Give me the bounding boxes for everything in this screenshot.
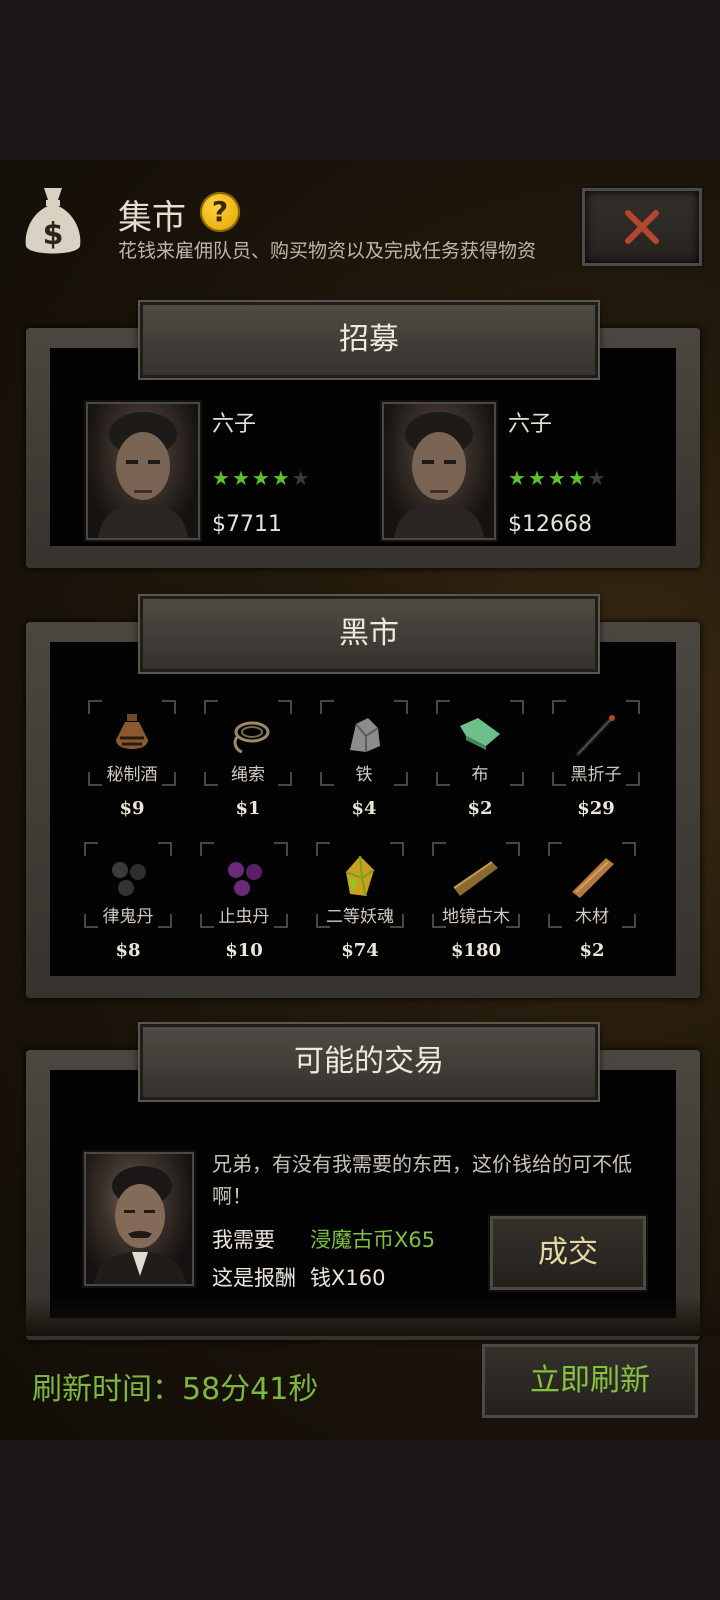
cloth-icon: [460, 718, 500, 750]
item-name: 铁: [355, 765, 373, 785]
bottom-area: [0, 1440, 720, 1600]
item-price: $74: [341, 940, 379, 961]
item-name: 木材: [575, 907, 609, 927]
market-item[interactable]: 止虫丹 $10: [196, 842, 292, 972]
soul-crystal-icon: [345, 855, 375, 897]
help-icon[interactable]: ?: [200, 192, 240, 232]
recruit-price: $12668: [508, 512, 592, 537]
market-item[interactable]: 律鬼丹 $8: [80, 842, 176, 972]
page-title: 集市: [118, 198, 186, 238]
recruit-name: 六子: [508, 412, 553, 437]
recruit-portrait: [382, 402, 496, 540]
item-price: $8: [115, 940, 141, 961]
market-item[interactable]: 木材 $2: [544, 842, 640, 972]
item-name: 秘制酒: [106, 765, 158, 785]
trader-portrait: [84, 1152, 194, 1286]
need-label: 我需要: [212, 1228, 275, 1252]
close-icon: [625, 210, 659, 244]
market-item[interactable]: 秘制酒 $9: [84, 700, 180, 830]
recruit-banner: 招募: [140, 302, 598, 378]
item-name: 绳索: [231, 765, 265, 785]
recruit-name: 六子: [212, 412, 257, 437]
item-price: $29: [577, 798, 615, 819]
star-icon: ★: [271, 466, 292, 490]
market-item[interactable]: 铁 $4: [316, 700, 412, 830]
iron-ore-icon: [350, 718, 380, 752]
rope-icon: [233, 721, 270, 754]
recruit-portrait: [86, 402, 200, 540]
star-icon: ★: [251, 466, 272, 490]
item-price: $2: [467, 798, 493, 819]
page-subtitle: 花钱来雇佣队员、购买物资以及完成任务获得物资: [118, 240, 537, 262]
black-folding-stick-icon: [575, 715, 615, 757]
market-item[interactable]: 布 $2: [432, 700, 528, 830]
item-price: $10: [225, 940, 263, 961]
refresh-now-button[interactable]: 立即刷新: [482, 1344, 698, 1418]
item-name: 地镜古木: [442, 907, 510, 927]
scroll-fade: [0, 1296, 720, 1336]
black-market-banner: 黑市: [140, 596, 598, 672]
recruit-card[interactable]: 六子 ★★★★★ $7711: [86, 402, 346, 542]
item-name: 黑折子: [570, 765, 622, 785]
purple-pills-icon: [228, 862, 262, 896]
wood-plank-icon: [572, 858, 614, 898]
wine-jug-icon: [116, 714, 148, 749]
black-pills-icon: [112, 862, 146, 896]
item-price: $9: [119, 798, 145, 819]
item-name: 布: [471, 765, 489, 785]
star-icon: ★: [547, 466, 568, 490]
ancient-wood-icon: [453, 861, 498, 896]
star-icon: ★: [508, 466, 528, 490]
market-item[interactable]: 二等妖魂 $74: [312, 842, 408, 972]
trader-message: 兄弟，有没有我需要的东西，这价钱给的可不低啊！: [212, 1152, 632, 1208]
star-empty-icon: ★: [587, 466, 608, 490]
star-icon: ★: [567, 466, 588, 490]
star-icon: ★: [231, 466, 252, 490]
star-icon: ★: [527, 466, 548, 490]
star-empty-icon: ★: [291, 466, 312, 490]
item-name: 二等妖魂: [326, 907, 394, 927]
refresh-timer: 刷新时间：58分41秒: [32, 1372, 319, 1407]
reward-label: 这是报酬: [212, 1266, 296, 1290]
rating-stars: ★★★★★: [212, 466, 312, 490]
recruit-card[interactable]: 六子 ★★★★★ $12668: [382, 402, 642, 542]
trade-banner: 可能的交易: [140, 1024, 598, 1100]
market-item[interactable]: 绳索 $1: [200, 700, 296, 830]
recruit-price: $7711: [212, 512, 282, 537]
rating-stars: ★★★★★: [508, 466, 608, 490]
item-price: $1: [235, 798, 261, 819]
market-item[interactable]: 地镜古木 $180: [428, 842, 524, 972]
item-price: $180: [450, 940, 502, 961]
star-icon: ★: [212, 466, 232, 490]
money-bag-icon: $: [25, 188, 81, 254]
market-item[interactable]: 黑折子 $29: [548, 700, 644, 830]
svg-text:$: $: [43, 217, 64, 252]
item-price: $4: [351, 798, 377, 819]
need-value: 浸魔古币X65: [310, 1228, 436, 1252]
header: $ 集市 ? 花钱来雇佣队员、购买物资以及完成任务获得物资: [0, 160, 720, 280]
item-name: 律鬼丹: [102, 907, 154, 927]
item-price: $2: [579, 940, 605, 961]
reward-value: 钱X160: [310, 1266, 386, 1290]
item-name: 止虫丹: [218, 907, 270, 927]
deal-button[interactable]: 成交: [490, 1216, 646, 1290]
close-button[interactable]: [582, 188, 702, 266]
